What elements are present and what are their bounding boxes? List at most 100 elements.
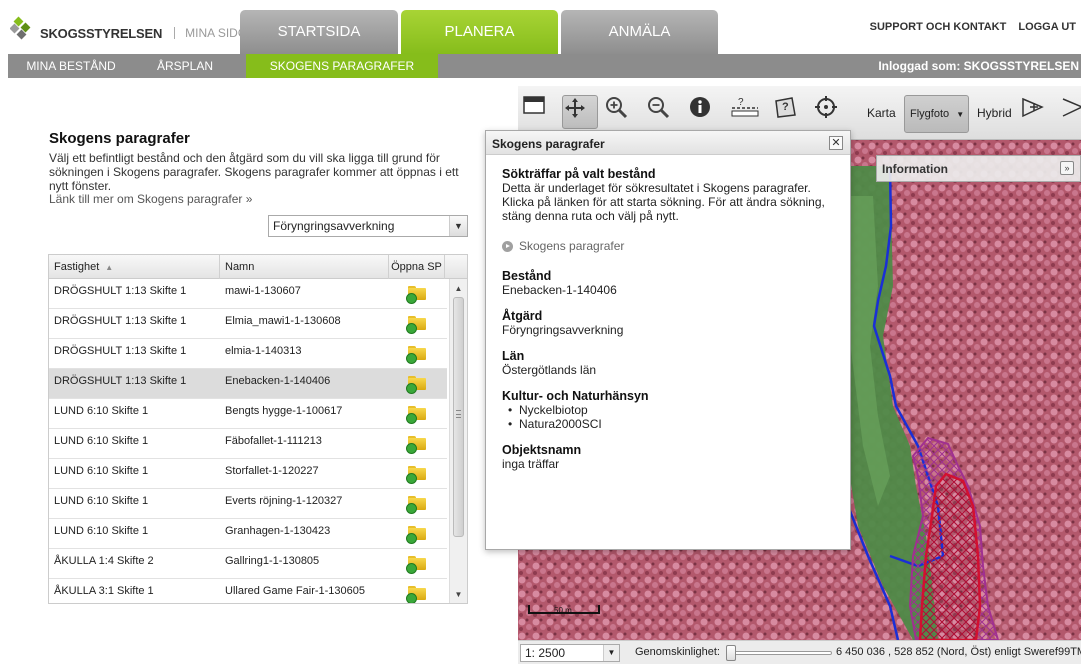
information-title: Information <box>882 162 948 176</box>
cell-namn: Fäbofallet-1-111213 <box>225 435 322 447</box>
layers-icon[interactable] <box>522 95 558 129</box>
open-sp-button[interactable] <box>406 374 428 394</box>
table-row[interactable]: LUND 6:10 Skifte 1 Fäbofallet-1-111213 <box>49 429 447 459</box>
section-label: Län <box>502 349 525 363</box>
table-row[interactable]: DRÖGSHULT 1:13 Skifte 1 mawi-1-130607 <box>49 279 447 309</box>
info-icon[interactable] <box>688 95 724 129</box>
subtab-skogens-paragrafer[interactable]: SKOGENS PARAGRAFER <box>246 54 438 78</box>
open-folder-icon <box>406 344 428 364</box>
scroll-thumb[interactable] <box>453 297 464 537</box>
subtab-arsplan[interactable]: ÅRSPLAN <box>131 54 239 78</box>
popup-intro: Detta är underlaget för sökresultatet i … <box>502 181 825 223</box>
table-row[interactable]: LUND 6:10 Skifte 1 Everts röjning-1-12032… <box>49 489 447 519</box>
cell-namn: elmia-1-140313 <box>225 345 302 357</box>
tab-planera[interactable]: PLANERA <box>401 10 558 54</box>
cell-fastighet: LUND 6:10 Skifte 1 <box>54 465 149 477</box>
section-value: Enebacken-1-140406 <box>502 283 617 297</box>
list-item: Nyckelbiotop <box>508 403 840 417</box>
cell-namn: Enebacken-1-140406 <box>225 375 331 387</box>
hybrid-button[interactable]: Hybrid <box>977 106 1012 120</box>
action-select[interactable]: Föryngringsavverkning ▼ <box>268 215 468 237</box>
cell-fastighet: LUND 6:10 Skifte 1 <box>54 405 149 417</box>
open-sp-button[interactable] <box>406 464 428 484</box>
open-sp-button[interactable] <box>406 494 428 514</box>
skogens-paragrafer-link[interactable]: Skogens paragrafer <box>502 239 840 253</box>
column-fastighet-label: Fastighet <box>54 261 100 273</box>
scroll-up-icon[interactable]: ▲ <box>450 281 467 297</box>
table-row[interactable]: DRÖGSHULT 1:13 Skifte 1 Elmia_mawi1-1-130… <box>49 309 447 339</box>
open-sp-button[interactable] <box>406 524 428 544</box>
support-link[interactable]: SUPPORT OCH KONTAKT <box>870 21 1007 33</box>
column-fastighet[interactable]: Fastighet ▲ <box>49 255 220 279</box>
expand-icon[interactable]: » <box>1060 161 1074 175</box>
section-value: Östergötlands län <box>502 363 597 377</box>
opacity-slider-track[interactable] <box>728 651 832 655</box>
logo-mark-icon <box>9 14 38 42</box>
page-description: Välj ett befintligt bestånd och den åtgä… <box>49 151 459 193</box>
table-row[interactable]: LUND 6:10 Skifte 1 Granhagen-1-130423 <box>49 519 447 549</box>
column-namn[interactable]: Namn <box>220 255 389 279</box>
information-panel[interactable]: Information » <box>876 155 1081 182</box>
table-scrollbar[interactable]: ▲ ▼ <box>449 279 467 603</box>
karta-button[interactable]: Karta <box>867 106 896 120</box>
stand-table: Fastighet ▲ Namn Öppna SP DRÖGSHULT 1:13 … <box>48 254 468 604</box>
subtab-mina-bestand[interactable]: MINA BESTÅND <box>16 54 126 78</box>
logged-in-label: Inloggad som: SKOGSSTYRELSEN <box>878 59 1079 73</box>
popup-body: Sökträffar på valt bestånd Detta är unde… <box>502 167 840 471</box>
logout-link[interactable]: LOGGA UT <box>1018 21 1076 33</box>
locate-icon[interactable] <box>814 95 850 129</box>
cell-fastighet: DRÖGSHULT 1:13 Skifte 1 <box>54 375 187 387</box>
pan-icon[interactable] <box>562 95 598 129</box>
draw-point-icon[interactable] <box>1020 95 1056 129</box>
open-folder-icon <box>406 404 428 424</box>
table-row[interactable]: LUND 6:10 Skifte 1 Bengts hygge-1-100617 <box>49 399 447 429</box>
table-row[interactable]: ÅKULLA 1:4 Skifte 2 Gallring1-1-130805 <box>49 549 447 579</box>
zoom-in-icon[interactable] <box>604 95 640 129</box>
table-row[interactable]: DRÖGSHULT 1:13 Skifte 1 Enebacken-1-14040… <box>49 369 447 399</box>
open-sp-button[interactable] <box>406 584 428 603</box>
chevron-down-icon[interactable]: ▼ <box>603 645 619 661</box>
tab-startsida[interactable]: STARTSIDA <box>240 10 398 54</box>
zoom-out-icon[interactable] <box>646 95 682 129</box>
cell-fastighet: LUND 6:10 Skifte 1 <box>54 435 149 447</box>
popup-header[interactable]: Skogens paragrafer ✕ <box>486 131 850 155</box>
more-info-link[interactable]: Länk till mer om Skogens paragrafer » <box>49 192 252 206</box>
column-oppna-sp[interactable]: Öppna SP <box>389 255 445 279</box>
scroll-down-icon[interactable]: ▼ <box>450 587 467 603</box>
flygfoto-label: Flygfoto <box>910 108 950 120</box>
open-sp-button[interactable] <box>406 284 428 304</box>
open-folder-icon <box>406 524 428 544</box>
action-select-value: Föryngringsavverkning <box>273 219 395 233</box>
cell-namn: Ullared Game Fair-1-130605 <box>225 585 366 597</box>
table-row[interactable]: ÅKULLA 3:1 Skifte 1 Ullared Game Fair-1-1… <box>49 579 447 603</box>
flygfoto-button[interactable]: Flygfoto ▼ <box>904 95 969 133</box>
kultur-list: Nyckelbiotop Natura2000SCI <box>508 403 840 431</box>
popup-title: Skogens paragrafer <box>492 137 605 151</box>
top-links: SUPPORT OCH KONTAKT LOGGA UT <box>870 21 1076 33</box>
open-folder-icon <box>406 554 428 574</box>
cell-fastighet: ÅKULLA 1:4 Skifte 2 <box>54 555 154 567</box>
area-measure-icon[interactable]: ? <box>772 95 808 129</box>
list-item: Natura2000SCI <box>508 417 840 431</box>
cell-fastighet: ÅKULLA 3:1 Skifte 1 <box>54 585 154 597</box>
table-row[interactable]: DRÖGSHULT 1:13 Skifte 1 elmia-1-140313 <box>49 339 447 369</box>
chevron-down-icon[interactable]: ▼ <box>449 216 467 236</box>
opacity-label: Genomskinlighet: <box>635 646 720 658</box>
table-row[interactable]: LUND 6:10 Skifte 1 Storfallet-1-120227 <box>49 459 447 489</box>
draw-line-icon[interactable] <box>1060 95 1081 129</box>
open-sp-button[interactable] <box>406 554 428 574</box>
cell-namn: Everts röjning-1-120327 <box>225 495 343 507</box>
open-sp-button[interactable] <box>406 344 428 364</box>
measure-icon[interactable]: ? <box>730 95 766 129</box>
close-icon[interactable]: ✕ <box>829 136 843 150</box>
section-lan: Län Östergötlands län <box>502 349 840 377</box>
open-sp-button[interactable] <box>406 434 428 454</box>
scale-select[interactable]: 1: 2500 ▼ <box>520 644 620 662</box>
open-sp-button[interactable] <box>406 404 428 424</box>
section-value: inga träffar <box>502 457 560 471</box>
opacity-slider-thumb[interactable] <box>726 645 736 661</box>
logo[interactable]: SKOGSSTYRELSEN MINA SIDOR <box>9 14 256 42</box>
open-sp-button[interactable] <box>406 314 428 334</box>
tab-anmala[interactable]: ANMÄLA <box>561 10 718 54</box>
table-body: DRÖGSHULT 1:13 Skifte 1 mawi-1-130607 DRÖG… <box>49 279 447 603</box>
